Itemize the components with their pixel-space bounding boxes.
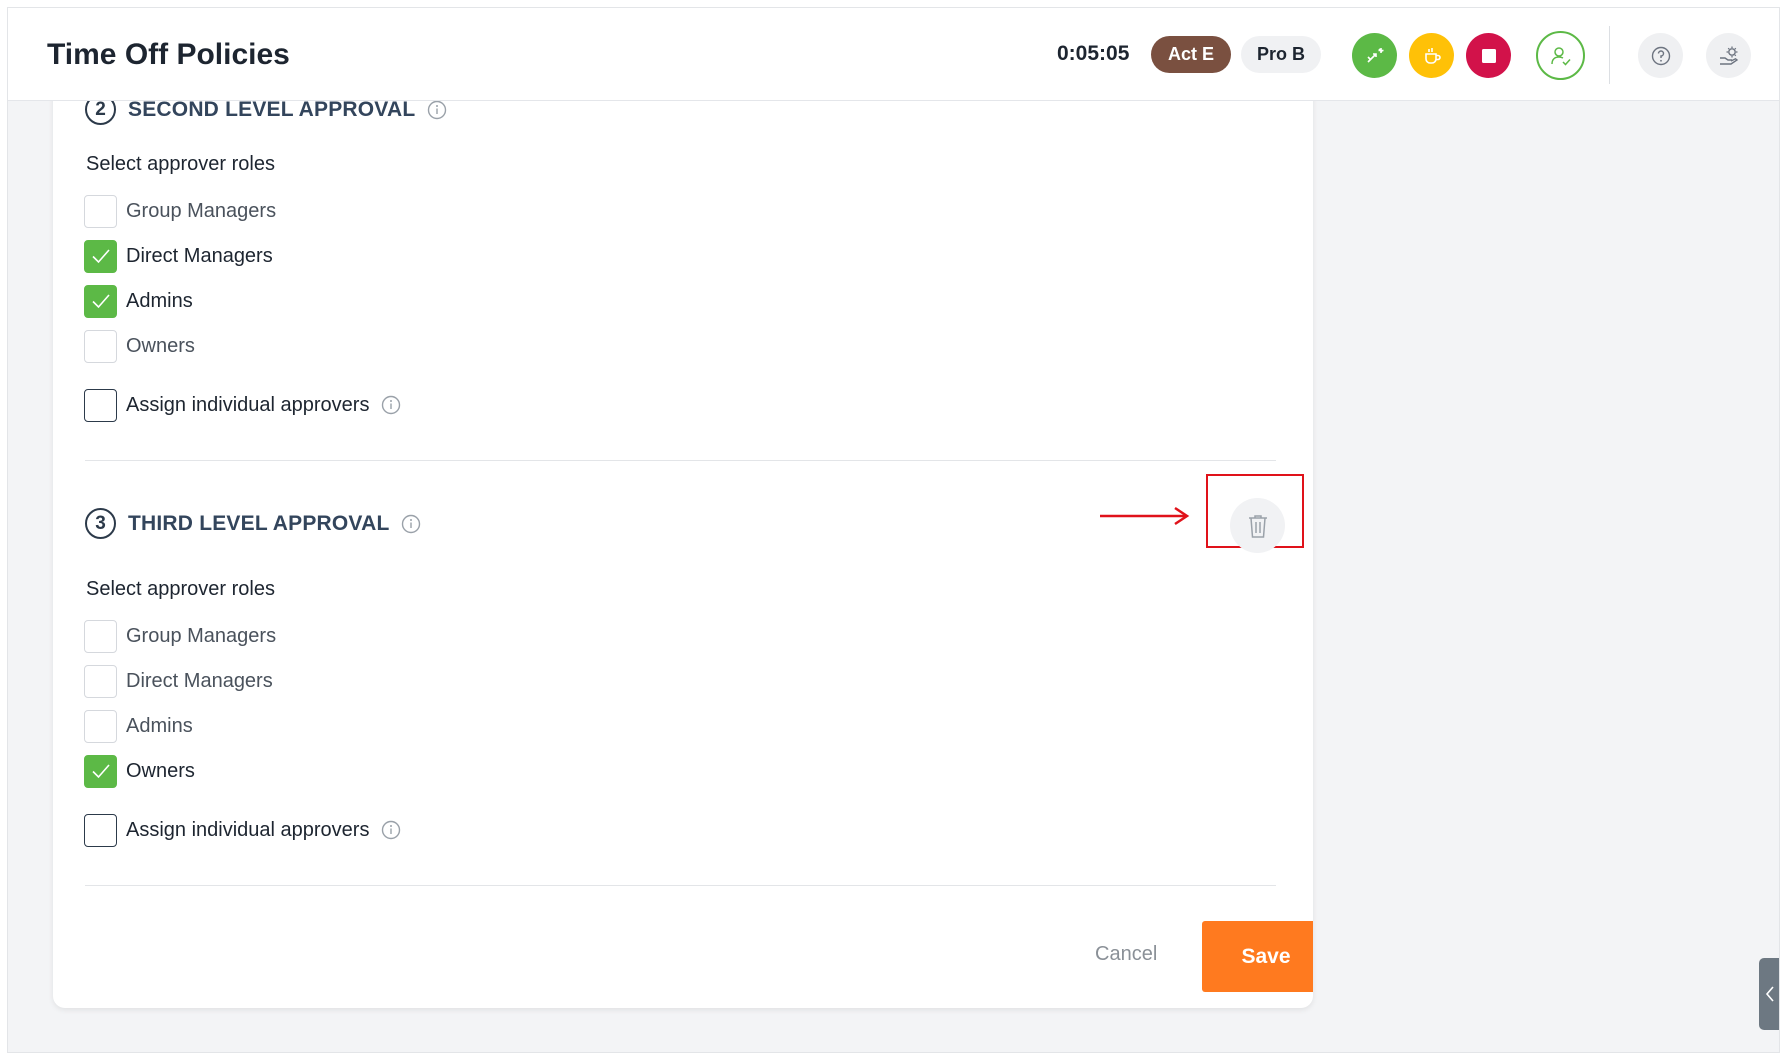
checkbox[interactable] bbox=[84, 754, 117, 788]
info-icon[interactable] bbox=[401, 514, 421, 534]
info-icon[interactable] bbox=[381, 820, 401, 840]
role-label: Admins bbox=[126, 289, 193, 312]
app-window: 2 SECOND LEVEL APPROVAL Select approver … bbox=[7, 7, 1780, 1053]
checkbox[interactable] bbox=[84, 813, 117, 847]
third-level-role-group-managers[interactable]: Group Managers bbox=[84, 619, 276, 653]
checkbox[interactable] bbox=[84, 388, 117, 422]
checkbox[interactable] bbox=[84, 194, 117, 228]
checkbox[interactable] bbox=[84, 284, 117, 318]
settings-button[interactable] bbox=[1706, 33, 1751, 78]
chevron-left-icon bbox=[1765, 986, 1774, 1002]
assign-label: Assign individual approvers bbox=[126, 818, 370, 841]
collapse-panel-tab[interactable] bbox=[1759, 958, 1779, 1030]
approval-policy-card: 2 SECOND LEVEL APPROVAL Select approver … bbox=[53, 8, 1313, 1008]
check-icon bbox=[91, 764, 110, 779]
cancel-button[interactable]: Cancel bbox=[1095, 943, 1157, 966]
role-label: Owners bbox=[126, 334, 195, 357]
second-level-role-direct-managers[interactable]: Direct Managers bbox=[84, 239, 273, 273]
role-label: Admins bbox=[126, 714, 193, 737]
user-check-icon bbox=[1550, 46, 1571, 66]
save-button[interactable]: Save bbox=[1202, 921, 1313, 992]
switch-task-button[interactable] bbox=[1352, 33, 1397, 78]
help-icon bbox=[1651, 46, 1670, 65]
section-divider bbox=[85, 460, 1276, 461]
arrow-annotation bbox=[1100, 506, 1190, 526]
user-status-button[interactable] bbox=[1536, 31, 1585, 80]
checkbox[interactable] bbox=[84, 239, 117, 273]
info-icon[interactable] bbox=[427, 100, 447, 120]
activity-pill[interactable]: Act E bbox=[1151, 36, 1231, 73]
help-button[interactable] bbox=[1638, 33, 1683, 78]
timer: 0:05:05 bbox=[1057, 42, 1130, 65]
assign-label: Assign individual approvers bbox=[126, 393, 370, 416]
role-label: Direct Managers bbox=[126, 244, 273, 267]
delete-level-button[interactable] bbox=[1230, 498, 1285, 553]
trash-icon bbox=[1248, 514, 1267, 538]
check-icon bbox=[91, 294, 110, 309]
section-divider bbox=[85, 885, 1276, 886]
second-level-assign-individual[interactable]: Assign individual approvers bbox=[84, 388, 401, 422]
role-label: Group Managers bbox=[126, 199, 277, 222]
second-level-roles-label: Select approver roles bbox=[86, 153, 275, 175]
role-label: Group Managers bbox=[126, 624, 277, 647]
page-title: Time Off Policies bbox=[47, 38, 290, 71]
break-cup-icon bbox=[1424, 47, 1441, 64]
second-level-role-admins[interactable]: Admins bbox=[84, 284, 193, 318]
role-label: Owners bbox=[126, 759, 195, 782]
header-divider bbox=[1609, 26, 1610, 84]
third-level-role-direct-managers[interactable]: Direct Managers bbox=[84, 664, 273, 698]
project-pill[interactable]: Pro B bbox=[1241, 36, 1321, 73]
third-level-role-admins[interactable]: Admins bbox=[84, 709, 193, 743]
third-level-role-owners[interactable]: Owners bbox=[84, 754, 195, 788]
stop-icon bbox=[1481, 48, 1496, 63]
step-number: 3 bbox=[85, 508, 116, 539]
second-level-role-owners[interactable]: Owners bbox=[84, 329, 195, 363]
settings-icon bbox=[1719, 46, 1738, 65]
third-level-roles-label: Select approver roles bbox=[86, 578, 275, 600]
info-icon[interactable] bbox=[381, 395, 401, 415]
top-bar: Time Off Policies 0:05:05 Act E Pro B bbox=[8, 8, 1779, 101]
role-label: Direct Managers bbox=[126, 669, 273, 692]
break-button[interactable] bbox=[1409, 33, 1454, 78]
switch-task-icon bbox=[1366, 47, 1383, 63]
checkbox[interactable] bbox=[84, 329, 117, 363]
stop-button[interactable] bbox=[1466, 33, 1511, 78]
third-level-heading: 3 THIRD LEVEL APPROVAL bbox=[85, 508, 421, 539]
checkbox[interactable] bbox=[84, 664, 117, 698]
third-level-assign-individual[interactable]: Assign individual approvers bbox=[84, 813, 401, 847]
second-level-title: SECOND LEVEL APPROVAL bbox=[128, 97, 416, 121]
checkbox[interactable] bbox=[84, 709, 117, 743]
third-level-title: THIRD LEVEL APPROVAL bbox=[128, 511, 390, 535]
second-level-role-group-managers[interactable]: Group Managers bbox=[84, 194, 276, 228]
checkbox[interactable] bbox=[84, 619, 117, 653]
check-icon bbox=[91, 249, 110, 264]
